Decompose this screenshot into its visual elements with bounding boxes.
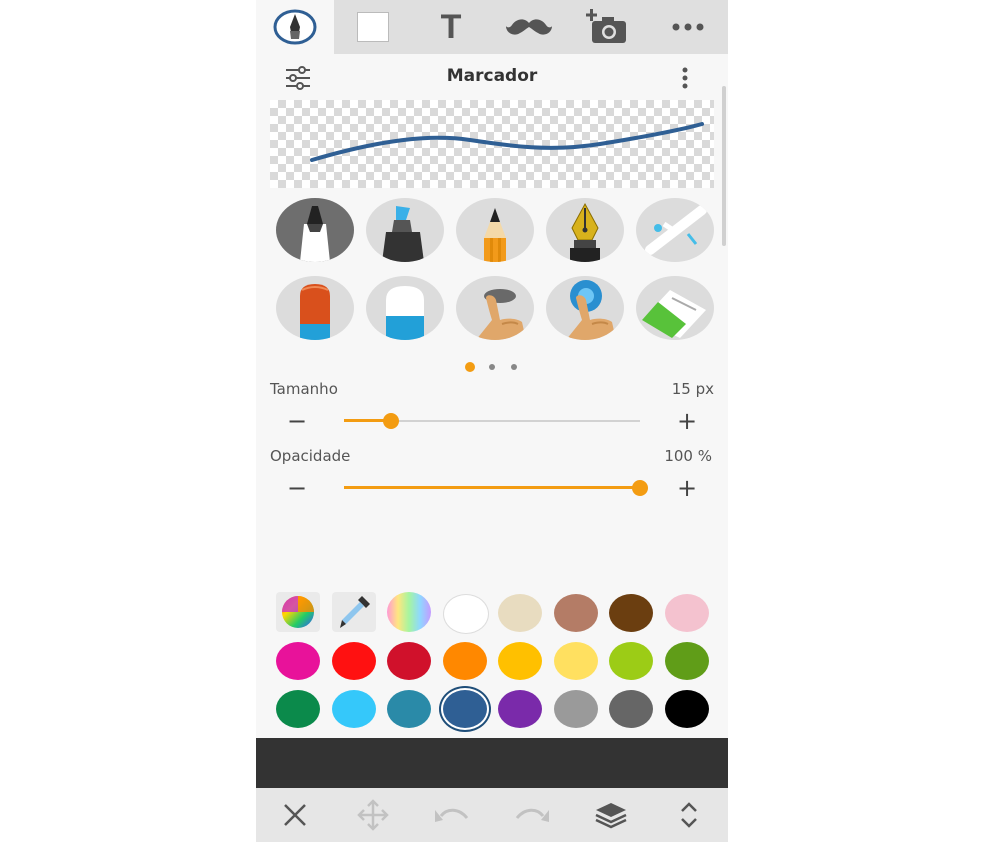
text-tool-button[interactable]: T xyxy=(412,0,490,54)
bottom-bar xyxy=(256,788,728,842)
color-swatch[interactable] xyxy=(665,690,709,728)
color-swatch[interactable] xyxy=(387,690,431,728)
fountain-pen-icon xyxy=(570,202,600,262)
drawing-app: T Marcador Tamanho 15 px − + Opacidade 1… xyxy=(256,0,728,842)
size-increase-button[interactable]: + xyxy=(672,406,702,436)
mustache-icon xyxy=(506,19,552,35)
brush-eraser-block[interactable] xyxy=(636,276,714,340)
brush-highlighter[interactable] xyxy=(366,198,444,262)
hard-eraser-icon xyxy=(300,284,330,340)
rainbow-button[interactable] xyxy=(387,592,431,632)
stroke-preview xyxy=(270,100,714,188)
top-toolbar: T xyxy=(256,0,728,54)
marker-icon xyxy=(276,198,354,262)
size-slider-thumb[interactable] xyxy=(383,413,400,429)
opacity-decrease-button[interactable]: − xyxy=(282,473,312,503)
size-label: Tamanho xyxy=(270,380,338,398)
redo-icon xyxy=(515,808,549,822)
brush-fountain-pen[interactable] xyxy=(546,198,624,262)
canvas-strip xyxy=(256,738,728,788)
undo-button[interactable] xyxy=(426,794,476,836)
pager-dot-2[interactable] xyxy=(489,364,495,370)
brush-pencil[interactable] xyxy=(456,198,534,262)
close-icon xyxy=(284,804,306,826)
pager-dot-1[interactable] xyxy=(465,362,475,372)
scroll-indicator[interactable] xyxy=(722,86,726,246)
sticker-tool-button[interactable] xyxy=(490,0,568,54)
color-swatch[interactable] xyxy=(554,594,598,632)
color-wheel-icon xyxy=(282,596,314,628)
color-swatch[interactable] xyxy=(443,690,487,728)
airbrush-icon xyxy=(645,205,707,255)
size-value: 15 px xyxy=(671,380,714,398)
color-swatch[interactable] xyxy=(665,642,709,680)
add-photo-tool-button[interactable] xyxy=(568,0,648,54)
color-square-icon xyxy=(357,12,389,42)
smudge-finger-icon xyxy=(476,289,526,340)
text-icon: T xyxy=(440,7,462,46)
color-swatch[interactable] xyxy=(276,690,320,728)
move-button[interactable] xyxy=(348,794,398,836)
brush-tool-button[interactable] xyxy=(256,0,334,54)
color-swatch[interactable] xyxy=(276,642,320,680)
brush-eraser-soft[interactable] xyxy=(366,276,444,340)
brush-icon xyxy=(273,9,317,45)
expand-button[interactable] xyxy=(664,794,714,836)
pencil-icon xyxy=(484,208,506,262)
color-swatch[interactable] xyxy=(443,594,489,634)
color-swatch[interactable] xyxy=(498,642,542,680)
more-horizontal-icon xyxy=(672,23,704,31)
color-swatch[interactable] xyxy=(609,594,653,632)
undo-icon xyxy=(435,808,469,822)
color-swatch[interactable] xyxy=(498,594,542,632)
layers-button[interactable] xyxy=(586,794,636,836)
color-swatch[interactable] xyxy=(554,690,598,728)
move-arrows-icon xyxy=(357,799,389,831)
brush-airbrush[interactable] xyxy=(636,198,714,262)
color-swatch[interactable] xyxy=(443,642,487,680)
brush-smudge[interactable] xyxy=(456,276,534,340)
eyedropper-icon xyxy=(340,596,370,628)
size-decrease-button[interactable]: − xyxy=(282,406,312,436)
blur-finger-icon xyxy=(566,280,616,340)
opacity-label: Opacidade xyxy=(270,447,351,465)
color-swatch[interactable] xyxy=(554,642,598,680)
brush-eraser-hard[interactable] xyxy=(276,276,354,340)
color-swatch[interactable] xyxy=(609,642,653,680)
redo-button[interactable] xyxy=(508,794,558,836)
add-camera-icon xyxy=(586,9,626,43)
highlighter-icon xyxy=(382,206,424,262)
layers-icon xyxy=(595,803,627,829)
color-swatch[interactable] xyxy=(665,594,709,632)
panel-title: Marcador xyxy=(446,66,538,86)
opacity-increase-button[interactable]: + xyxy=(672,473,702,503)
soft-eraser-icon xyxy=(386,286,424,340)
panel-header: Marcador xyxy=(256,56,728,100)
pager-dot-3[interactable] xyxy=(511,364,517,370)
color-wheel-button[interactable] xyxy=(276,592,320,632)
opacity-fill xyxy=(344,486,640,489)
panel-menu-button[interactable] xyxy=(670,62,700,94)
close-button[interactable] xyxy=(270,794,320,836)
color-tool-button[interactable] xyxy=(334,0,412,54)
color-swatch[interactable] xyxy=(332,690,376,728)
color-swatch[interactable] xyxy=(387,642,431,680)
brush-marker[interactable] xyxy=(276,198,354,262)
block-eraser-icon xyxy=(642,290,706,338)
color-swatch[interactable] xyxy=(609,690,653,728)
opacity-slider-thumb[interactable] xyxy=(632,480,648,496)
color-swatch[interactable] xyxy=(498,690,542,728)
stroke-preview-line xyxy=(310,122,704,162)
opacity-value: 100 % xyxy=(664,447,712,465)
eyedropper-button[interactable] xyxy=(332,592,376,632)
chevron-up-down-icon xyxy=(681,802,697,828)
more-tool-button[interactable] xyxy=(648,0,728,54)
color-swatch[interactable] xyxy=(332,642,376,680)
brush-blur[interactable] xyxy=(546,276,624,340)
more-vertical-icon xyxy=(682,67,688,89)
